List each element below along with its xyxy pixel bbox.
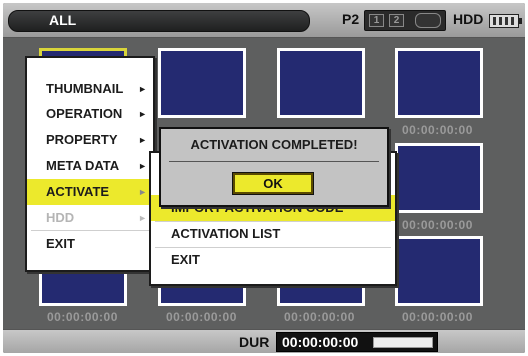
menu-item-operation[interactable]: OPERATION ► xyxy=(27,101,153,127)
battery-segment xyxy=(493,17,496,25)
menu-item-label: THUMBNAIL xyxy=(46,81,124,96)
battery-segment xyxy=(511,17,514,25)
bottom-status-bar: DUR 00:00:00:00 xyxy=(3,329,525,353)
duration-bar xyxy=(373,337,433,348)
thumbnail[interactable] xyxy=(395,48,483,118)
hdd-label: HDD xyxy=(453,11,484,27)
camera-screen: ALL P2 1 2 HDD 00:00:00:00 00:00:00:00 0… xyxy=(3,3,525,353)
submenu-item-exit[interactable]: EXIT xyxy=(151,247,395,273)
submenu-arrow-icon: ► xyxy=(138,109,147,119)
duration-display: 00:00:00:00 xyxy=(276,332,438,352)
dialog-message: ACTIVATION COMPLETED! xyxy=(190,137,358,152)
dialog-divider xyxy=(169,161,379,162)
battery-segment xyxy=(499,17,502,25)
submenu-item-label: EXIT xyxy=(171,252,200,267)
mode-indicator: ALL xyxy=(8,10,310,32)
submenu-arrow-icon: ► xyxy=(138,161,147,171)
thumbnail-timecode: 00:00:00:00 xyxy=(166,310,237,324)
menu-item-meta-data[interactable]: META DATA ► xyxy=(27,153,153,179)
thumbnail-timecode: 00:00:00:00 xyxy=(47,310,118,324)
submenu-arrow-icon: ► xyxy=(138,135,147,145)
menu-item-activate[interactable]: ACTIVATE ► xyxy=(27,179,153,205)
menu-item-label: OPERATION xyxy=(46,106,123,121)
card-slots: 1 2 xyxy=(364,10,446,31)
menu-item-label: PROPERTY xyxy=(46,132,118,147)
mode-label: ALL xyxy=(49,12,77,28)
menu-item-exit[interactable]: EXIT xyxy=(27,231,153,257)
menu-item-label: EXIT xyxy=(46,236,75,251)
main-menu: THUMBNAIL ► OPERATION ► PROPERTY ► META … xyxy=(25,56,155,272)
slot-2-indicator: 2 xyxy=(389,14,404,27)
card-label: P2 xyxy=(342,11,360,27)
thumbnail-timecode: 00:00:00:00 xyxy=(284,310,355,324)
thumbnail[interactable] xyxy=(395,143,483,213)
thumbnail-timecode: 00:00:00:00 xyxy=(402,218,473,232)
battery-segment xyxy=(505,17,508,25)
thumbnail[interactable] xyxy=(395,236,483,306)
battery-icon xyxy=(489,14,522,28)
submenu-arrow-icon: ► xyxy=(138,213,147,223)
menu-item-label: ACTIVATE xyxy=(46,184,110,199)
duration-label: DUR xyxy=(239,334,270,350)
menu-item-thumbnail[interactable]: THUMBNAIL ► xyxy=(27,76,153,102)
menu-item-property[interactable]: PROPERTY ► xyxy=(27,127,153,153)
ok-button[interactable]: OK xyxy=(232,172,314,195)
menu-item-label: HDD xyxy=(46,210,75,225)
hdd-drive-icon xyxy=(415,13,441,28)
duration-value: 00:00:00:00 xyxy=(282,334,359,350)
submenu-item-label: ACTIVATION LIST xyxy=(171,226,281,241)
menu-item-hdd[interactable]: HDD ► xyxy=(27,205,153,231)
slot-1-indicator: 1 xyxy=(369,14,384,27)
submenu-arrow-icon: ► xyxy=(138,187,147,197)
thumbnail-timecode: 00:00:00:00 xyxy=(402,310,473,324)
thumbnail[interactable] xyxy=(158,48,246,118)
submenu-arrow-icon: ► xyxy=(138,84,147,94)
menu-item-label: META DATA xyxy=(46,158,120,173)
top-status-bar: ALL P2 1 2 HDD xyxy=(3,3,525,38)
submenu-item-activation-list[interactable]: ACTIVATION LIST xyxy=(151,221,395,247)
activation-dialog: ACTIVATION COMPLETED! OK xyxy=(159,127,389,207)
thumbnail-timecode: 00:00:00:00 xyxy=(402,123,473,137)
thumbnail[interactable] xyxy=(277,48,365,118)
